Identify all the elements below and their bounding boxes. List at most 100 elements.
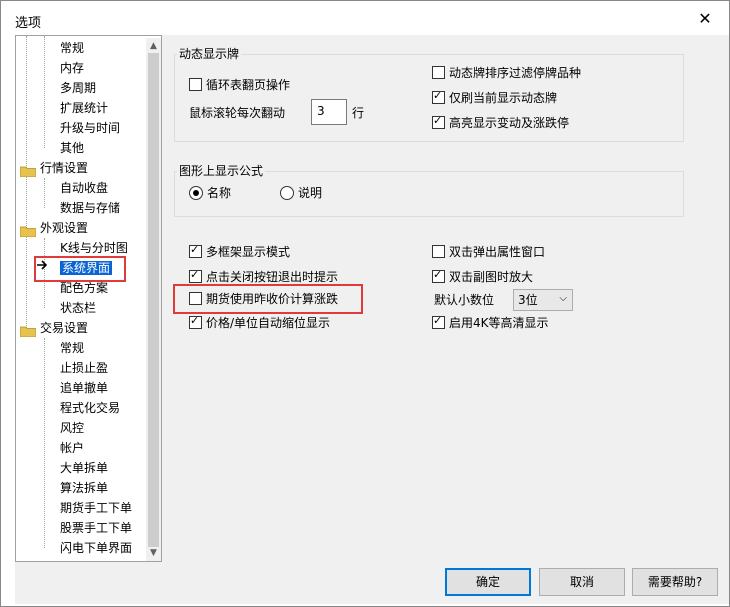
tree-item[interactable]: 大单拆单: [60, 458, 108, 478]
filter-suspended-checkbox[interactable]: 动态牌排序过滤停牌品种: [432, 65, 581, 81]
tree-item-label: 数据与存储: [60, 201, 121, 215]
tree-item[interactable]: 数据与存储: [60, 198, 120, 218]
ok-button[interactable]: 确定: [445, 568, 531, 596]
tree-item-label: 其他: [60, 141, 85, 155]
folder-icon: [19, 163, 37, 177]
tree-item-label: 常规: [60, 341, 85, 355]
tree-item-label: 止损止盈: [60, 361, 109, 375]
tree-item[interactable]: K线与分时图: [60, 238, 128, 258]
checkbox-box: [432, 268, 445, 283]
tree-item-label: 闪电下单界面: [60, 541, 133, 555]
radio-description[interactable]: 说明: [280, 185, 322, 201]
cycle-page-checkbox[interactable]: 循环表翻页操作: [189, 77, 290, 93]
options-dialog: 选项 ✕ 常规 内存 多周期 扩展统计 升级与时间 其他 行情设置 自动收盘 数据与存储 外观设置…: [0, 0, 730, 607]
checkbox-box: [432, 245, 445, 258]
scroll-lines-unit: 行: [352, 106, 365, 120]
tree-line: [26, 36, 28, 328]
tree-item-label: 内存: [60, 61, 85, 75]
dialog-title: 选项: [15, 16, 42, 31]
tree-item-label: 扩展统计: [60, 101, 109, 115]
tree-item-label: 多周期: [60, 81, 97, 95]
tree-item-label: 行情设置: [40, 161, 89, 175]
refresh-current-checkbox[interactable]: 仅刷当前显示动态牌: [432, 89, 557, 106]
tree-item[interactable]: 算法拆单: [60, 478, 108, 498]
tree-item[interactable]: 程式化交易: [60, 398, 120, 418]
tree-item[interactable]: 扩展统计: [60, 98, 108, 118]
decimal-label: 默认小数位: [434, 293, 495, 307]
tree-item-label: 状态栏: [60, 301, 97, 315]
scroll-lines-input[interactable]: 3: [311, 99, 347, 125]
scroll-down-icon[interactable]: ▼: [147, 546, 160, 560]
checkbox-box: [189, 78, 202, 91]
tree-item-label: 升级与时间: [60, 121, 121, 135]
tree-item-label: 期货手工下单: [60, 501, 133, 515]
tree-item[interactable]: 帐户: [60, 438, 84, 458]
checkbox-box: [432, 114, 445, 129]
tree-item[interactable]: 风控: [60, 418, 84, 438]
checkbox-box: [432, 89, 445, 104]
tree-item-label: 股票手工下单: [60, 521, 133, 535]
tree-item[interactable]: 止损止盈: [60, 358, 108, 378]
highlight-box-futures: [173, 284, 363, 314]
tree-item[interactable]: 常规: [60, 38, 84, 58]
highlight-change-checkbox[interactable]: 高亮显示变动及涨跌停: [432, 114, 569, 131]
radio-dot: [280, 185, 294, 200]
tree-item[interactable]: 状态栏: [60, 298, 96, 318]
radio-name[interactable]: 名称: [189, 185, 231, 201]
tree-item-label: 配色方案: [60, 281, 109, 295]
tree-item-label: 帐户: [60, 441, 85, 455]
group-dynamic-board: [174, 54, 684, 142]
chevron-down-icon: ⌵: [559, 293, 567, 304]
tree-item-label: 自动收盘: [60, 181, 109, 195]
radio-dot: [189, 185, 203, 200]
tree-line: [44, 178, 46, 208]
checkbox-box: [432, 314, 445, 329]
dblclick-zoom-checkbox[interactable]: 双击副图时放大: [432, 268, 533, 285]
folder-icon: [19, 323, 37, 337]
tree-item-label: 追单撤单: [60, 381, 109, 395]
tree-item-label: 风控: [60, 421, 85, 435]
cancel-button[interactable]: 取消: [539, 568, 625, 596]
tree-item[interactable]: 自动收盘: [60, 178, 108, 198]
scroll-lines-label: 鼠标滚轮每次翻动: [189, 106, 286, 120]
tree-line: [44, 36, 46, 148]
close-icon[interactable]: ✕: [695, 9, 715, 29]
tree-item[interactable]: 追单撤单: [60, 378, 108, 398]
dialog-client: 常规 内存 多周期 扩展统计 升级与时间 其他 行情设置 自动收盘 数据与存储 外观设置 K线与分时…: [15, 35, 729, 604]
tree-item[interactable]: 多周期: [60, 78, 96, 98]
checkbox-box: [189, 314, 202, 329]
hd-4k-checkbox[interactable]: 启用4K等高清显示: [432, 314, 549, 331]
tree-item[interactable]: 常规: [60, 338, 84, 358]
tree-group-item[interactable]: 行情设置: [19, 158, 89, 178]
close-prompt-checkbox[interactable]: 点击关闭按钮退出时提示: [189, 268, 338, 285]
group-title-dynamic-board: 动态显示牌: [177, 45, 242, 62]
tree-item[interactable]: 升级与时间: [60, 118, 120, 138]
highlight-box-system-ui: [34, 256, 126, 282]
tree-item-label: 交易设置: [40, 321, 89, 335]
checkbox-box: [432, 66, 445, 79]
tree-group-item[interactable]: 外观设置: [19, 218, 89, 238]
checkbox-box: [189, 243, 202, 258]
multi-frame-checkbox[interactable]: 多框架显示模式: [189, 243, 290, 260]
tree-item[interactable]: 内存: [60, 58, 84, 78]
decimal-select[interactable]: 3位 ⌵: [513, 289, 573, 311]
tree-item[interactable]: 闪电下单界面: [60, 538, 132, 558]
tree-item-label: 算法拆单: [60, 481, 109, 495]
help-button[interactable]: 需要帮助?: [632, 568, 718, 596]
dblclick-popup-checkbox[interactable]: 双击弹出属性窗口: [432, 244, 545, 260]
tree-item-label: 大单拆单: [60, 461, 109, 475]
tree-group-item[interactable]: 交易设置: [19, 318, 89, 338]
group-title-formula-display: 图形上显示公式: [177, 162, 266, 179]
auto-scale-checkbox[interactable]: 价格/单位自动缩位显示: [189, 314, 330, 331]
scrollbar-thumb[interactable]: [148, 53, 159, 547]
tree-item[interactable]: 其他: [60, 138, 84, 158]
tree-item-label: 程式化交易: [60, 401, 121, 415]
scroll-up-icon[interactable]: ▲: [147, 39, 160, 53]
title-bar: 选项 ✕: [1, 1, 729, 35]
tree-item[interactable]: 股票手工下单: [60, 518, 132, 538]
tree-line: [44, 338, 46, 548]
tree-item-label: 外观设置: [40, 221, 89, 235]
tree-item[interactable]: 期货手工下单: [60, 498, 132, 518]
tree-item-label: 常规: [60, 41, 85, 55]
settings-tree: 常规 内存 多周期 扩展统计 升级与时间 其他 行情设置 自动收盘 数据与存储 外观设置 K线与分时…: [15, 35, 162, 562]
